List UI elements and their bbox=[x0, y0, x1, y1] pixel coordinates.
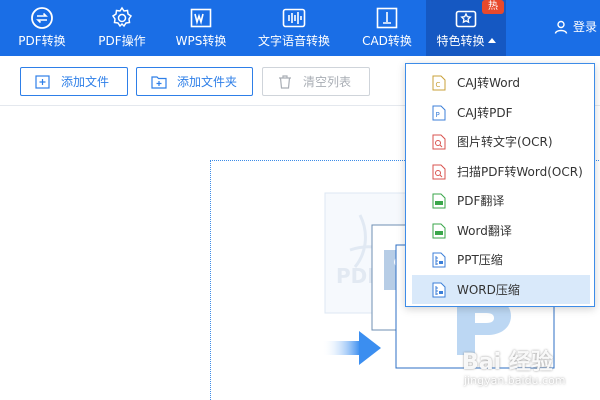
add-folder-button[interactable]: 添加文件夹 bbox=[136, 67, 253, 96]
menu-item-ppt-compress[interactable]: PPT压缩 bbox=[412, 245, 590, 274]
add-file-label: 添加文件 bbox=[61, 75, 110, 89]
add-file-button[interactable]: 添加文件 bbox=[20, 67, 128, 96]
translate-file-icon bbox=[432, 223, 446, 238]
nav-feature-convert[interactable]: 热 特色转换 bbox=[426, 0, 506, 56]
user-icon bbox=[554, 20, 568, 34]
svg-text:P: P bbox=[436, 111, 440, 119]
add-folder-icon bbox=[151, 75, 167, 89]
menu-item-word-translate[interactable]: Word翻译 bbox=[412, 216, 590, 245]
menu-item-pdf-translate[interactable]: PDF翻译 bbox=[412, 186, 590, 215]
nav-label: PDF转换 bbox=[18, 34, 66, 48]
nav-pdf-operate[interactable]: PDF操作 bbox=[88, 0, 156, 56]
pdf-convert-icon bbox=[31, 7, 53, 29]
svg-text:C: C bbox=[436, 81, 441, 89]
hot-badge: 热 bbox=[482, 0, 504, 14]
add-file-icon bbox=[35, 74, 50, 89]
pdf-file-icon: P bbox=[432, 105, 446, 120]
nav-label: 特色转换 bbox=[436, 34, 485, 48]
pdf-operate-icon bbox=[111, 6, 133, 28]
menu-item-label: WORD压缩 bbox=[457, 283, 520, 297]
nav-label: CAD转换 bbox=[362, 34, 412, 48]
clear-list-button[interactable]: 清空列表 bbox=[262, 67, 370, 96]
menu-item-word-compress[interactable]: WORD压缩 bbox=[412, 275, 590, 304]
trash-icon bbox=[279, 74, 291, 89]
nav-label: WPS转换 bbox=[175, 34, 227, 48]
menu-item-image-to-text-ocr[interactable]: 图片转文字(OCR) bbox=[412, 127, 590, 156]
ocr-file-icon bbox=[432, 164, 446, 179]
menu-item-label: 图片转文字(OCR) bbox=[457, 135, 553, 149]
add-folder-label: 添加文件夹 bbox=[177, 75, 238, 89]
login-button[interactable]: 登录 bbox=[554, 18, 597, 35]
nav-label: PDF操作 bbox=[98, 34, 146, 48]
menu-item-caj-to-pdf[interactable]: P CAJ转PDF bbox=[412, 98, 590, 127]
nav-voice-convert[interactable]: 文字语音转换 bbox=[250, 0, 338, 56]
watermark-url: jingyan.baidu.com bbox=[464, 374, 566, 387]
menu-item-label: PPT压缩 bbox=[457, 253, 503, 267]
menu-item-label: 扫描PDF转Word(OCR) bbox=[457, 165, 583, 179]
menu-item-scan-pdf-to-word-ocr[interactable]: 扫描PDF转Word(OCR) bbox=[412, 157, 590, 186]
nav-label-with-caret: 特色转换 bbox=[436, 34, 496, 48]
menu-item-caj-to-word[interactable]: C CAJ转Word bbox=[412, 68, 590, 97]
watermark-logo: Bai 经验 bbox=[462, 350, 553, 375]
menu-item-label: CAJ转Word bbox=[457, 76, 520, 90]
menu-item-label: Word翻译 bbox=[457, 224, 512, 238]
feature-convert-dropdown: C CAJ转Word P CAJ转PDF 图片转文字(OCR) 扫描PDF转Wo… bbox=[405, 63, 595, 307]
ocr-file-icon bbox=[432, 134, 446, 149]
caj-file-icon: C bbox=[432, 75, 446, 90]
clear-list-label: 清空列表 bbox=[303, 75, 352, 89]
wps-convert-icon bbox=[190, 8, 212, 28]
voice-convert-icon bbox=[282, 8, 306, 28]
menu-item-label: PDF翻译 bbox=[457, 194, 505, 208]
nav-cad-convert[interactable]: CAD转换 bbox=[352, 0, 422, 56]
nav-pdf-convert[interactable]: PDF转换 bbox=[8, 0, 76, 56]
feature-convert-icon bbox=[455, 10, 477, 28]
translate-file-icon bbox=[432, 193, 446, 208]
nav-label: 文字语音转换 bbox=[257, 34, 330, 48]
login-label: 登录 bbox=[573, 20, 598, 34]
menu-item-label: CAJ转PDF bbox=[457, 106, 513, 120]
cad-convert-icon bbox=[376, 7, 398, 29]
nav-wps-convert[interactable]: WPS转换 bbox=[170, 0, 232, 56]
compress-file-icon bbox=[432, 282, 446, 297]
compress-file-icon bbox=[432, 252, 446, 267]
caret-up-icon bbox=[487, 38, 496, 43]
top-navigation-bar: PDF转换 PDF操作 WPS转换 文字语音转换 CAD转换 热 特色转换 登录 bbox=[0, 0, 600, 56]
